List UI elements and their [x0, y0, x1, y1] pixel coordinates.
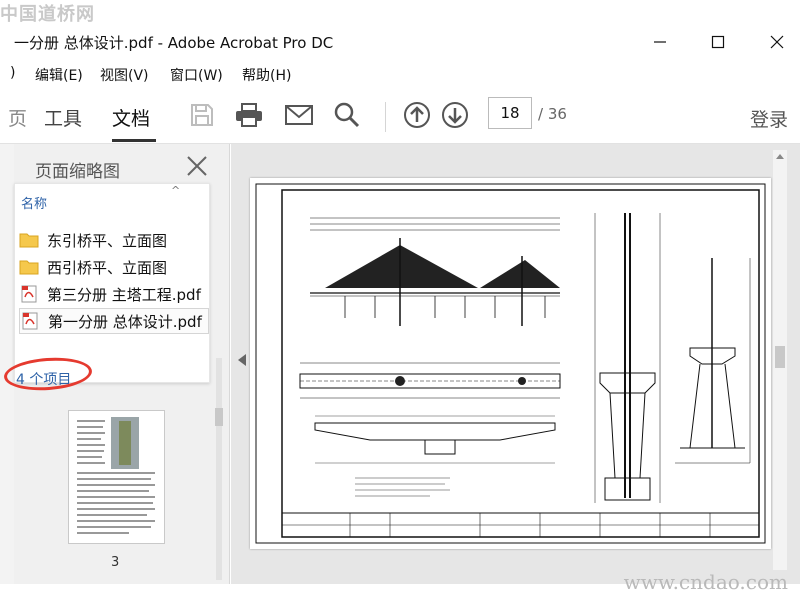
- menu-help[interactable]: 帮助(H): [242, 65, 291, 85]
- scroll-up-icon[interactable]: [775, 152, 785, 160]
- list-item[interactable]: 第三分册 主塔工程.pdf: [19, 281, 209, 307]
- pdf-page: [250, 178, 771, 549]
- arrow-up-icon: [404, 102, 430, 128]
- list-item-label: 第三分册 主塔工程.pdf: [47, 285, 201, 304]
- email-icon: [285, 105, 313, 125]
- list-item-selected[interactable]: 第一分册 总体设计.pdf: [19, 308, 209, 334]
- close-icon: [770, 35, 784, 49]
- maximize-button[interactable]: [703, 28, 733, 56]
- menu-edit[interactable]: 编辑(E): [35, 65, 83, 85]
- email-button[interactable]: [282, 98, 316, 132]
- panel-title: 页面缩略图: [35, 162, 120, 182]
- file-list-popup: ^ 名称 东引桥平、立面图 西引桥平、立面图 第三分册 主塔工程.pdf 第一分…: [14, 183, 210, 383]
- tab-tools[interactable]: 工具: [44, 104, 82, 131]
- arrow-down-icon: [442, 102, 468, 128]
- list-item-label: 第一分册 总体设计.pdf: [48, 312, 202, 331]
- maximize-icon: [711, 35, 725, 49]
- folder-icon: [19, 233, 39, 248]
- close-window-button[interactable]: [762, 28, 792, 56]
- panel-scrollbar[interactable]: [213, 358, 225, 580]
- window-title: 一分册 总体设计.pdf - Adobe Acrobat Pro DC: [14, 34, 334, 52]
- folder-icon: [19, 260, 39, 275]
- engineering-drawing: [255, 183, 766, 544]
- viewer-scroll-thumb[interactable]: [775, 346, 785, 368]
- save-icon: [191, 104, 213, 126]
- search-button[interactable]: [330, 98, 364, 132]
- watermark-bottom-right: www.cndao.com: [623, 570, 788, 594]
- sort-caret-icon[interactable]: ^: [171, 184, 180, 197]
- toolbar: 页 工具 文档 18 / 36 登录: [0, 90, 800, 144]
- page-thumbnail[interactable]: [68, 410, 165, 544]
- menu-window[interactable]: 窗口(W): [170, 65, 223, 85]
- list-item[interactable]: 西引桥平、立面图: [19, 254, 209, 280]
- menu-bar: ) 编辑(E) 视图(V) 窗口(W) 帮助(H): [0, 62, 800, 86]
- previous-page-button[interactable]: [400, 98, 434, 132]
- scroll-arrow-icon: [215, 358, 223, 580]
- list-item-label: 西引桥平、立面图: [47, 258, 168, 277]
- search-icon: [334, 102, 360, 128]
- left-tool-strip: [0, 144, 14, 584]
- minimize-icon: [654, 41, 666, 43]
- login-button[interactable]: 登录: [750, 105, 788, 132]
- save-button[interactable]: [185, 98, 219, 132]
- menu-view[interactable]: 视图(V): [100, 65, 149, 85]
- tab-partial[interactable]: 页: [8, 104, 27, 131]
- list-item-label: 东引桥平、立面图: [47, 231, 168, 250]
- page-total: / 36: [538, 105, 567, 123]
- close-icon: [187, 156, 207, 176]
- page-number-input[interactable]: 18: [488, 97, 532, 129]
- active-tab-indicator: [112, 139, 156, 142]
- page-thumbnail-preview: [77, 417, 155, 534]
- column-header-name[interactable]: 名称: [21, 193, 47, 212]
- toolbar-divider: [385, 102, 386, 132]
- tab-document[interactable]: 文档: [112, 104, 150, 131]
- pdf-file-icon: [21, 285, 37, 303]
- print-icon: [236, 103, 262, 127]
- next-page-button[interactable]: [438, 98, 472, 132]
- title-bar: 一分册 总体设计.pdf - Adobe Acrobat Pro DC: [0, 22, 800, 62]
- list-item[interactable]: 东引桥平、立面图: [19, 227, 209, 253]
- panel-close-button[interactable]: [185, 154, 209, 178]
- minimize-button[interactable]: [645, 28, 675, 56]
- thumbnail-page-label: 3: [111, 555, 120, 570]
- collapse-panel-arrow-icon[interactable]: [236, 353, 248, 367]
- pdf-file-icon: [22, 312, 38, 330]
- print-button[interactable]: [232, 98, 266, 132]
- menu-item-partial[interactable]: ): [10, 65, 15, 81]
